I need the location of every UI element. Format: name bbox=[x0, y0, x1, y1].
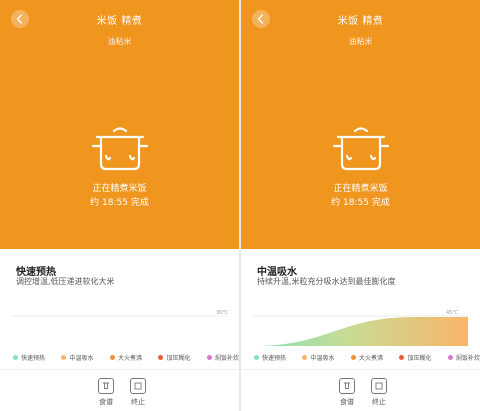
legend-item: 大火煮沸 bbox=[350, 353, 383, 362]
stage-legend: 快速预热 中温吸水 大火煮沸 加压糊化 焖饭补炊 bbox=[254, 353, 480, 362]
action-bar: 食谱 终止 bbox=[90, 378, 154, 407]
stop-button[interactable]: 终止 bbox=[363, 378, 395, 407]
legend-item: 快速预热 bbox=[13, 353, 45, 362]
legend-item: 加压糊化 bbox=[158, 353, 190, 362]
legend-label: 加压糊化 bbox=[407, 355, 432, 362]
cooking-status: 正在精煮米饭 bbox=[92, 184, 147, 194]
recipe-label: 食谱 bbox=[340, 398, 354, 406]
temperature-curve bbox=[253, 317, 468, 346]
action-bar: 食谱 终止 bbox=[331, 378, 395, 407]
legend-dot bbox=[206, 355, 212, 360]
temperature-label: 45℃ bbox=[446, 310, 458, 316]
legend-label: 焖饭补炊 bbox=[455, 355, 480, 362]
rice-type-label: 油粘米 bbox=[348, 37, 373, 46]
legend-item: 中温吸水 bbox=[61, 353, 94, 362]
legend-label: 大火煮沸 bbox=[358, 355, 383, 362]
stop-label: 终止 bbox=[131, 398, 145, 406]
legend-dot bbox=[399, 355, 405, 360]
divider bbox=[241, 369, 480, 370]
legend-dot bbox=[158, 355, 164, 360]
legend-item: 加压糊化 bbox=[399, 353, 431, 362]
rice-type-label: 油粘米 bbox=[107, 37, 132, 46]
legend-dot bbox=[61, 355, 67, 360]
stop-button[interactable]: 终止 bbox=[122, 378, 154, 407]
legend-item: 中温吸水 bbox=[302, 353, 335, 362]
page-title: 米饭 精煮 bbox=[96, 16, 143, 27]
legend-label: 焖饭补炊 bbox=[214, 355, 239, 362]
temperature-chart: 45℃ bbox=[253, 310, 468, 346]
recipe-book-icon bbox=[98, 378, 114, 394]
stage-description: 调控增温,低压递进软化大米 bbox=[16, 277, 115, 286]
stage-description: 持续升温,米粒充分吸水达到最佳膨化度 bbox=[257, 277, 396, 286]
stage-legend: 快速预热 中温吸水 大火煮沸 加压糊化 焖饭补炊 bbox=[13, 353, 239, 362]
legend-label: 加压糊化 bbox=[166, 355, 191, 362]
legend-dot bbox=[13, 355, 18, 360]
rice-cooker-icon bbox=[92, 127, 148, 171]
legend-dot bbox=[302, 355, 308, 360]
divider bbox=[0, 369, 239, 370]
stop-icon bbox=[371, 378, 387, 394]
cooking-status: 正在精煮米饭 bbox=[333, 184, 388, 194]
legend-item: 大火煮沸 bbox=[109, 353, 142, 362]
legend-label: 中温吸水 bbox=[69, 355, 94, 362]
finish-time: 约 18:55 完成 bbox=[331, 198, 390, 208]
legend-dot bbox=[350, 355, 356, 360]
finish-time: 约 18:55 完成 bbox=[90, 198, 149, 208]
page-title: 米饭 精煮 bbox=[337, 16, 384, 27]
legend-dot bbox=[447, 355, 453, 360]
legend-item: 焖饭补炊 bbox=[447, 353, 480, 362]
legend-dot bbox=[109, 355, 115, 360]
temperature-chart: 30℃ bbox=[12, 310, 228, 317]
legend-label: 快速预热 bbox=[21, 355, 46, 362]
stop-icon bbox=[130, 378, 146, 394]
status-hero: 米饭 精煮 油粘米 正在精煮米饭 约 18:55 完成 bbox=[0, 0, 239, 249]
legend-label: 大火煮沸 bbox=[117, 355, 142, 362]
legend-label: 快速预热 bbox=[262, 355, 287, 362]
temperature-label: 30℃ bbox=[216, 310, 228, 316]
rice-cooker-icon bbox=[333, 127, 389, 171]
stop-label: 终止 bbox=[372, 398, 386, 406]
recipe-label: 食谱 bbox=[99, 398, 113, 406]
status-hero: 米饭 精煮 油粘米 正在精煮米饭 约 18:55 完成 bbox=[241, 0, 480, 249]
legend-dot bbox=[254, 355, 259, 360]
recipe-button[interactable]: 食谱 bbox=[90, 378, 122, 407]
panel-stage-1: 米饭 精煮 油粘米 正在精煮米饭 约 18:55 完成 快速预热 调控增温,低压… bbox=[0, 0, 239, 411]
panel-stage-2: 米饭 精煮 油粘米 正在精煮米饭 约 18:55 完成 中温吸水 持续升温,米粒… bbox=[241, 0, 480, 411]
recipe-button[interactable]: 食谱 bbox=[331, 378, 363, 407]
legend-item: 焖饭补炊 bbox=[206, 353, 239, 362]
legend-item: 快速预热 bbox=[254, 353, 286, 362]
recipe-book-icon bbox=[339, 378, 355, 394]
legend-label: 中温吸水 bbox=[310, 355, 335, 362]
